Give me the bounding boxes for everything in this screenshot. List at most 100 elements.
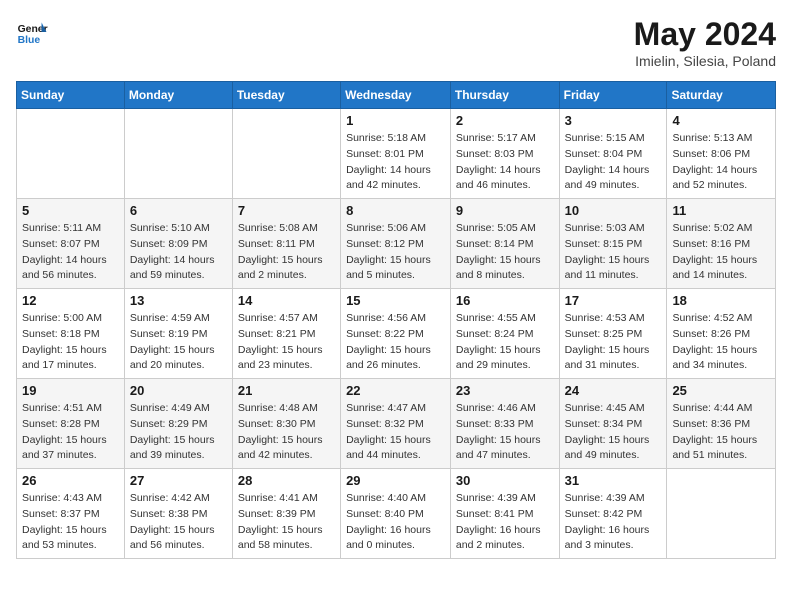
day-number: 13 (130, 293, 227, 308)
day-number: 19 (22, 383, 119, 398)
calendar-cell: 9 Sunrise: 5:05 AMSunset: 8:14 PMDaylight… (450, 199, 559, 289)
day-info: Sunrise: 4:44 AMSunset: 8:36 PMDaylight:… (672, 401, 770, 464)
day-info: Sunrise: 4:43 AMSunset: 8:37 PMDaylight:… (22, 491, 119, 554)
day-number: 28 (238, 473, 335, 488)
month-title: May 2024 (634, 16, 776, 53)
calendar-cell: 2 Sunrise: 5:17 AMSunset: 8:03 PMDaylight… (450, 109, 559, 199)
calendar-week-row: 1Sunrise: 5:18 AMSunset: 8:01 PMDaylight… (17, 109, 776, 199)
day-number: 3 (565, 113, 662, 128)
calendar-cell: 3 Sunrise: 5:15 AMSunset: 8:04 PMDaylight… (559, 109, 667, 199)
calendar-cell: 25 Sunrise: 4:44 AMSunset: 8:36 PMDayligh… (667, 379, 776, 469)
calendar-cell: 27Sunrise: 4:42 AMSunset: 8:38 PMDayligh… (124, 469, 232, 559)
location-title: Imielin, Silesia, Poland (634, 53, 776, 69)
calendar-header-tuesday: Tuesday (232, 82, 340, 109)
day-number: 24 (565, 383, 662, 398)
day-number: 29 (346, 473, 445, 488)
day-info: Sunrise: 5:11 AMSunset: 8:07 PMDaylight:… (22, 221, 119, 284)
day-info: Sunrise: 5:13 AMSunset: 8:06 PMDaylight:… (672, 131, 770, 194)
day-number: 2 (456, 113, 554, 128)
day-number: 10 (565, 203, 662, 218)
day-info: Sunrise: 4:39 AMSunset: 8:41 PMDaylight:… (456, 491, 554, 554)
day-number: 25 (672, 383, 770, 398)
title-block: May 2024 Imielin, Silesia, Poland (634, 16, 776, 69)
calendar-cell: 12 Sunrise: 5:00 AMSunset: 8:18 PMDayligh… (17, 289, 125, 379)
day-number: 7 (238, 203, 335, 218)
day-info: Sunrise: 4:47 AMSunset: 8:32 PMDaylight:… (346, 401, 445, 464)
calendar-cell: 15 Sunrise: 4:56 AMSunset: 8:22 PMDayligh… (341, 289, 451, 379)
day-number: 4 (672, 113, 770, 128)
day-info: Sunrise: 4:46 AMSunset: 8:33 PMDaylight:… (456, 401, 554, 464)
calendar-cell: 13Sunrise: 4:59 AMSunset: 8:19 PMDayligh… (124, 289, 232, 379)
day-info: Sunrise: 4:45 AMSunset: 8:34 PMDaylight:… (565, 401, 662, 464)
calendar-cell: 30 Sunrise: 4:39 AMSunset: 8:41 PMDayligh… (450, 469, 559, 559)
day-info: Sunrise: 5:18 AMSunset: 8:01 PMDaylight:… (346, 131, 445, 194)
day-number: 15 (346, 293, 445, 308)
calendar-cell (232, 109, 340, 199)
calendar-cell: 23 Sunrise: 4:46 AMSunset: 8:33 PMDayligh… (450, 379, 559, 469)
day-info: Sunrise: 5:06 AMSunset: 8:12 PMDaylight:… (346, 221, 445, 284)
calendar-week-row: 26 Sunrise: 4:43 AMSunset: 8:37 PMDayligh… (17, 469, 776, 559)
day-info: Sunrise: 4:51 AMSunset: 8:28 PMDaylight:… (22, 401, 119, 464)
day-number: 8 (346, 203, 445, 218)
day-number: 30 (456, 473, 554, 488)
svg-text:Blue: Blue (18, 35, 41, 46)
calendar-week-row: 5 Sunrise: 5:11 AMSunset: 8:07 PMDaylight… (17, 199, 776, 289)
day-info: Sunrise: 4:48 AMSunset: 8:30 PMDaylight:… (238, 401, 335, 464)
calendar-cell: 18 Sunrise: 4:52 AMSunset: 8:26 PMDayligh… (667, 289, 776, 379)
day-info: Sunrise: 5:02 AMSunset: 8:16 PMDaylight:… (672, 221, 770, 284)
logo: General Blue (16, 16, 48, 48)
page-header: General Blue May 2024 Imielin, Silesia, … (16, 16, 776, 69)
day-info: Sunrise: 4:41 AMSunset: 8:39 PMDaylight:… (238, 491, 335, 554)
day-info: Sunrise: 5:17 AMSunset: 8:03 PMDaylight:… (456, 131, 554, 194)
calendar-table: SundayMondayTuesdayWednesdayThursdayFrid… (16, 81, 776, 559)
calendar-header-thursday: Thursday (450, 82, 559, 109)
day-number: 17 (565, 293, 662, 308)
calendar-header-wednesday: Wednesday (341, 82, 451, 109)
calendar-week-row: 19 Sunrise: 4:51 AMSunset: 8:28 PMDayligh… (17, 379, 776, 469)
day-info: Sunrise: 5:03 AMSunset: 8:15 PMDaylight:… (565, 221, 662, 284)
day-info: Sunrise: 4:53 AMSunset: 8:25 PMDaylight:… (565, 311, 662, 374)
calendar-cell: 14Sunrise: 4:57 AMSunset: 8:21 PMDayligh… (232, 289, 340, 379)
day-info: Sunrise: 5:15 AMSunset: 8:04 PMDaylight:… (565, 131, 662, 194)
calendar-cell: 21 Sunrise: 4:48 AMSunset: 8:30 PMDayligh… (232, 379, 340, 469)
calendar-cell (17, 109, 125, 199)
calendar-header-friday: Friday (559, 82, 667, 109)
calendar-cell: 10 Sunrise: 5:03 AMSunset: 8:15 PMDayligh… (559, 199, 667, 289)
day-number: 26 (22, 473, 119, 488)
logo-icon: General Blue (16, 16, 48, 48)
day-info: Sunrise: 4:55 AMSunset: 8:24 PMDaylight:… (456, 311, 554, 374)
calendar-cell: 17 Sunrise: 4:53 AMSunset: 8:25 PMDayligh… (559, 289, 667, 379)
day-number: 16 (456, 293, 554, 308)
day-number: 12 (22, 293, 119, 308)
calendar-cell: 29Sunrise: 4:40 AMSunset: 8:40 PMDayligh… (341, 469, 451, 559)
calendar-cell: 5 Sunrise: 5:11 AMSunset: 8:07 PMDaylight… (17, 199, 125, 289)
day-info: Sunrise: 4:52 AMSunset: 8:26 PMDaylight:… (672, 311, 770, 374)
day-info: Sunrise: 4:39 AMSunset: 8:42 PMDaylight:… (565, 491, 662, 554)
calendar-cell: 11Sunrise: 5:02 AMSunset: 8:16 PMDayligh… (667, 199, 776, 289)
calendar-header-sunday: Sunday (17, 82, 125, 109)
day-number: 21 (238, 383, 335, 398)
calendar-cell: 24 Sunrise: 4:45 AMSunset: 8:34 PMDayligh… (559, 379, 667, 469)
calendar-cell (124, 109, 232, 199)
calendar-header-monday: Monday (124, 82, 232, 109)
day-info: Sunrise: 4:56 AMSunset: 8:22 PMDaylight:… (346, 311, 445, 374)
day-info: Sunrise: 5:00 AMSunset: 8:18 PMDaylight:… (22, 311, 119, 374)
calendar-cell: 19 Sunrise: 4:51 AMSunset: 8:28 PMDayligh… (17, 379, 125, 469)
day-number: 6 (130, 203, 227, 218)
day-number: 18 (672, 293, 770, 308)
day-number: 9 (456, 203, 554, 218)
calendar-cell: 4 Sunrise: 5:13 AMSunset: 8:06 PMDaylight… (667, 109, 776, 199)
calendar-week-row: 12 Sunrise: 5:00 AMSunset: 8:18 PMDayligh… (17, 289, 776, 379)
day-number: 22 (346, 383, 445, 398)
calendar-cell: 28 Sunrise: 4:41 AMSunset: 8:39 PMDayligh… (232, 469, 340, 559)
calendar-header-row: SundayMondayTuesdayWednesdayThursdayFrid… (17, 82, 776, 109)
calendar-cell: 31Sunrise: 4:39 AMSunset: 8:42 PMDayligh… (559, 469, 667, 559)
calendar-cell: 8 Sunrise: 5:06 AMSunset: 8:12 PMDaylight… (341, 199, 451, 289)
day-info: Sunrise: 5:08 AMSunset: 8:11 PMDaylight:… (238, 221, 335, 284)
calendar-cell: 20Sunrise: 4:49 AMSunset: 8:29 PMDayligh… (124, 379, 232, 469)
calendar-cell: 16 Sunrise: 4:55 AMSunset: 8:24 PMDayligh… (450, 289, 559, 379)
day-number: 23 (456, 383, 554, 398)
day-number: 5 (22, 203, 119, 218)
day-info: Sunrise: 5:05 AMSunset: 8:14 PMDaylight:… (456, 221, 554, 284)
day-info: Sunrise: 4:49 AMSunset: 8:29 PMDaylight:… (130, 401, 227, 464)
